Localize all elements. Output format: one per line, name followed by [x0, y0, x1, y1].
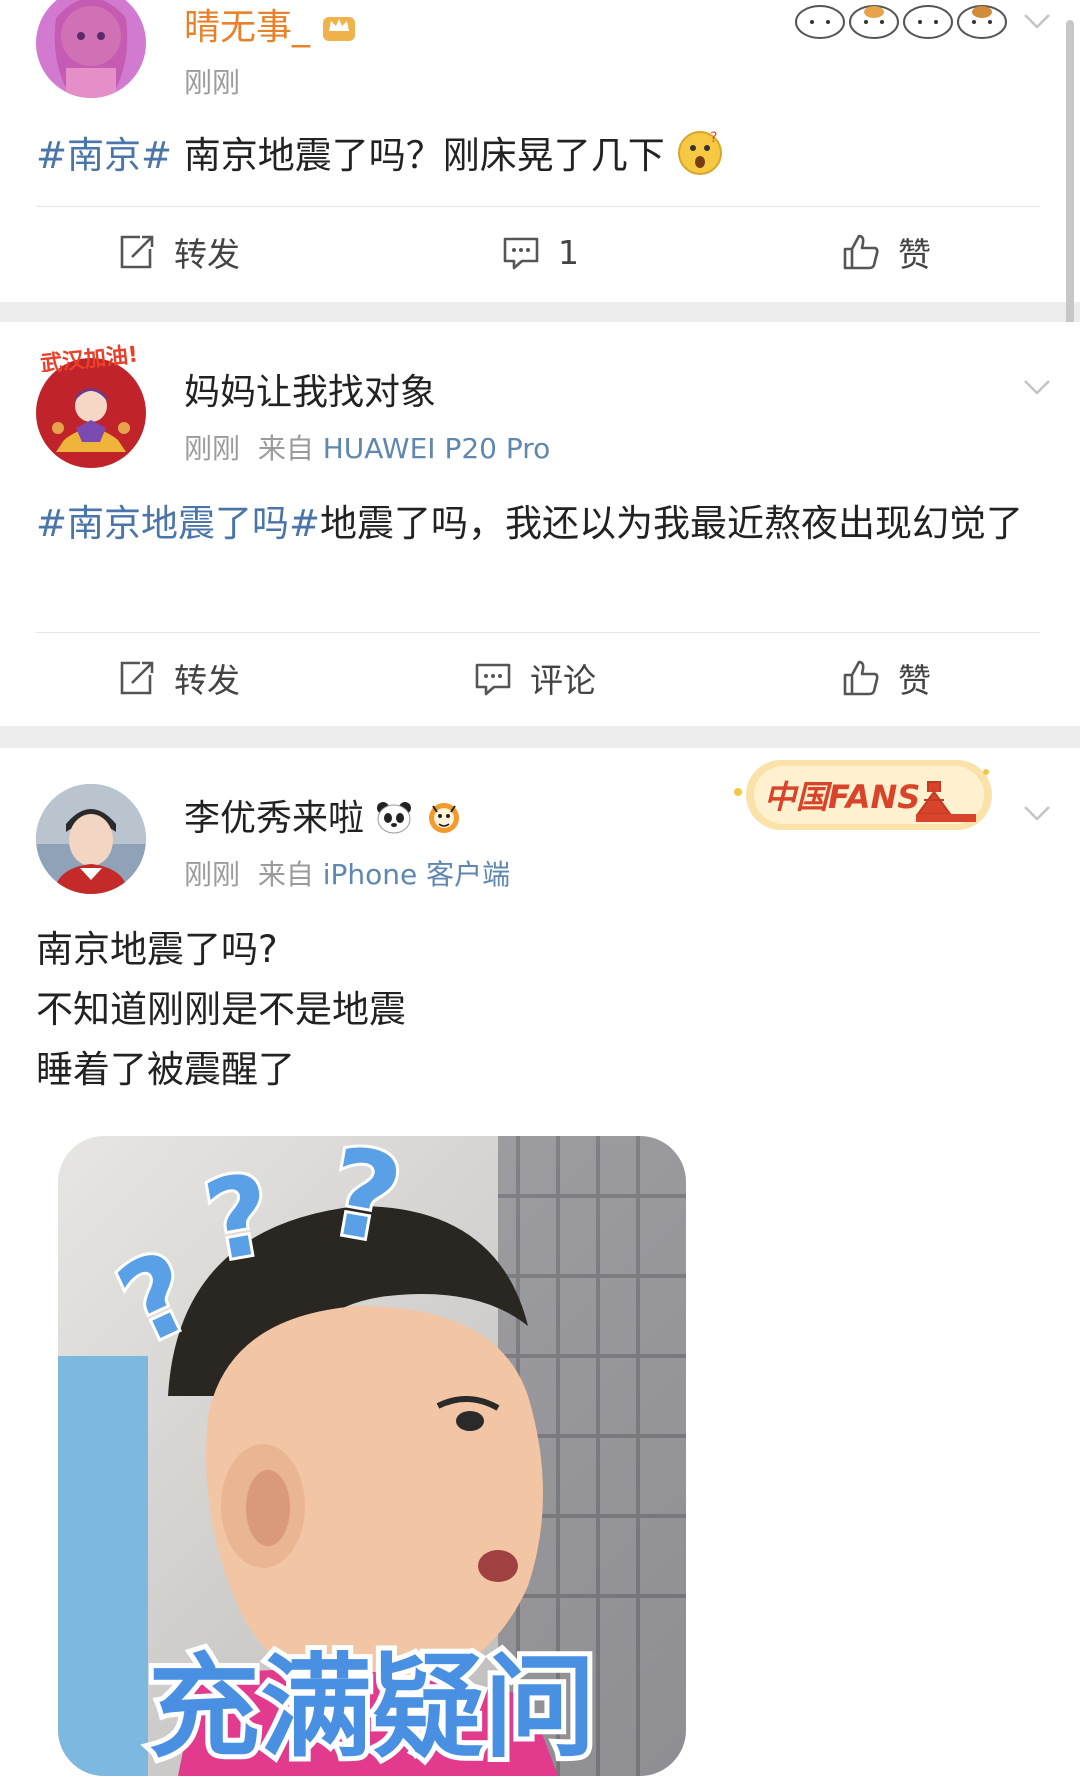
post-text-line: 不知道刚刚是不是地震 — [36, 988, 406, 1031]
post-time: 刚刚 — [184, 66, 241, 99]
china-fans-badge: 中国FANS — [728, 752, 998, 836]
like-button[interactable]: 赞 — [840, 212, 931, 292]
post-time: 刚刚 — [184, 858, 241, 891]
chevron-down-icon[interactable] — [1022, 372, 1052, 402]
like-label: 赞 — [898, 235, 931, 274]
username-text[interactable]: 妈妈让我找对象 — [184, 372, 436, 413]
like-icon — [843, 660, 879, 696]
comment-button[interactable]: 评论 — [472, 638, 596, 718]
post-text-line: 睡着了被震醒了 — [36, 1048, 295, 1091]
comment-button[interactable]: 1 — [500, 212, 579, 292]
post-source[interactable]: HUAWEI P20 Pro — [323, 432, 551, 465]
source-prefix: 来自 — [257, 858, 314, 891]
like-label: 赞 — [898, 661, 931, 700]
avatar[interactable] — [36, 784, 146, 894]
comment-label: 评论 — [530, 661, 596, 700]
avatar[interactable] — [36, 0, 146, 98]
avatar[interactable] — [36, 358, 146, 468]
svg-text:?: ? — [710, 130, 717, 146]
comment-icon — [475, 663, 511, 696]
post-text: 地震了吗，我还以为我最近熬夜出现幻觉了 — [320, 502, 1024, 545]
like-icon — [843, 234, 879, 270]
username-text[interactable]: 李优秀来啦 — [184, 798, 364, 839]
repost-button[interactable]: 转发 — [116, 638, 240, 718]
wuhan-badge-icon: 武汉加油! — [39, 342, 139, 372]
repost-button[interactable]: 转发 — [116, 212, 240, 292]
post-body: #南京地震了吗#地震了吗，我还以为我最近熬夜出现幻觉了 — [36, 494, 1040, 554]
post-image[interactable]: ? ? ? 充满疑问 — [58, 1136, 686, 1776]
divider — [36, 206, 1040, 207]
post-body: 南京地震了吗? 不知道刚刚是不是地震 睡着了被震醒了 — [36, 920, 1040, 1100]
badge-text: 中国FANS — [764, 778, 920, 816]
username[interactable]: 妈妈让我找对象 — [184, 371, 436, 415]
image-caption: 充满疑问 — [148, 1643, 596, 1773]
post-time: 刚刚 — [184, 432, 241, 465]
post-text: 南京地震了吗？刚床晃了几下 — [172, 134, 665, 177]
post-card-1: 晴无事_ 刚刚 #南京# 南京地震了吗？刚床晃了几下 ? 转发 1 赞 — [0, 0, 1080, 302]
repost-label: 转发 — [174, 235, 240, 274]
weibo-feed: 晴无事_ 刚刚 #南京# 南京地震了吗？刚床晃了几下 ? 转发 1 赞 武汉加油… — [0, 0, 1080, 1779]
post-separator — [0, 302, 1080, 322]
post-body: #南京# 南京地震了吗？刚床晃了几下 ? — [36, 126, 1040, 186]
post-card-3: 李优秀来啦 刚刚 来自 iPhone 客户端 中国FANS 南京地震了吗? 不知… — [0, 748, 1080, 1779]
username[interactable]: 晴无事_ — [184, 6, 357, 50]
post-meta: 刚刚 来自 HUAWEI P20 Pro — [184, 432, 550, 466]
post-source[interactable]: iPhone 客户端 — [323, 858, 510, 891]
action-bar: 转发 评论 赞 — [0, 638, 1080, 718]
post-meta: 刚刚 来自 iPhone 客户端 — [184, 858, 510, 892]
vip-crown-icon — [323, 17, 356, 41]
username[interactable]: 李优秀来啦 — [184, 797, 463, 841]
chevron-down-icon[interactable] — [1022, 6, 1052, 36]
chevron-down-icon[interactable] — [1022, 798, 1052, 828]
comment-icon — [503, 237, 539, 270]
surprised-emoji-icon: ? — [677, 130, 722, 175]
avatar-badge-text: 武汉加油! — [39, 342, 139, 372]
topic-tag[interactable]: #南京# — [36, 134, 172, 177]
username-text[interactable]: 晴无事_ — [184, 7, 310, 48]
post-meta: 刚刚 — [184, 66, 240, 100]
repost-icon — [120, 235, 154, 269]
topic-tag[interactable]: #南京地震了吗# — [36, 502, 320, 545]
panda-icon — [377, 802, 412, 834]
cat-stickers-icon — [794, 0, 1010, 40]
like-button[interactable]: 赞 — [840, 638, 931, 718]
post-text-line: 南京地震了吗? — [36, 928, 278, 971]
post-separator — [0, 726, 1080, 748]
comment-count: 1 — [558, 232, 579, 272]
repost-icon — [120, 661, 154, 695]
tiger-icon — [428, 803, 459, 833]
repost-label: 转发 — [174, 661, 240, 700]
source-prefix: 来自 — [257, 432, 314, 465]
divider — [36, 632, 1040, 633]
action-bar: 转发 1 赞 — [0, 212, 1080, 292]
post-card-2: 武汉加油! 妈妈让我找对象 刚刚 来自 HUAWEI P20 Pro #南京地震… — [0, 322, 1080, 726]
